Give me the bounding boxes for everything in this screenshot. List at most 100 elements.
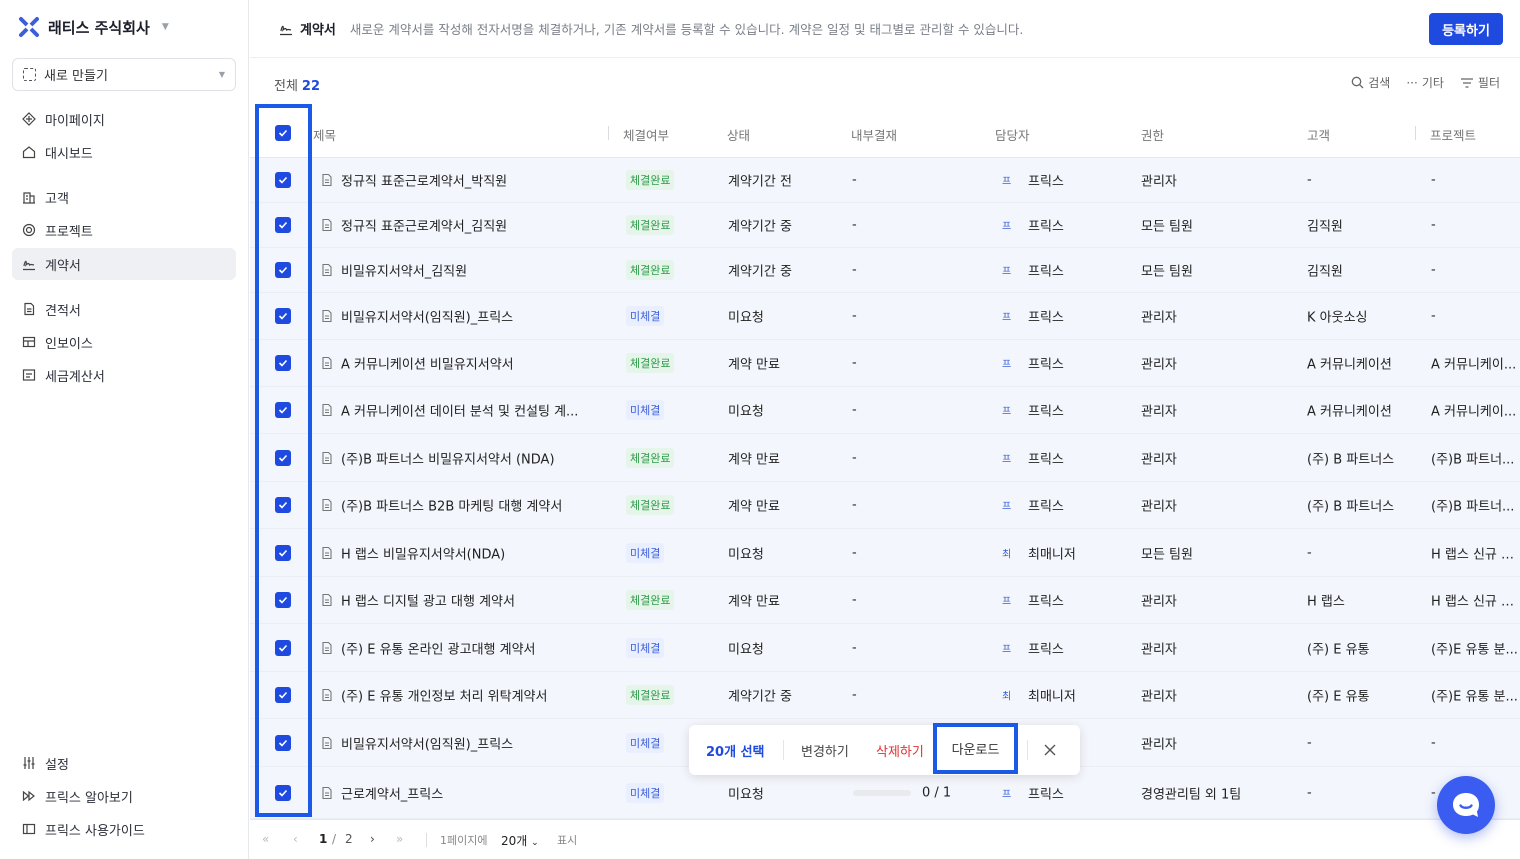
sidebar-item-dashboard[interactable]: 대시보드 — [12, 136, 236, 168]
download-label: 다운로드 — [951, 743, 1000, 758]
row-checkbox[interactable] — [275, 355, 291, 371]
row-checkbox[interactable] — [275, 172, 291, 188]
row-checkbox[interactable] — [275, 497, 291, 513]
column-header-project[interactable]: 프로젝트 — [1430, 125, 1476, 144]
approval-text: - — [852, 545, 857, 560]
contract-title[interactable]: A 커뮤니케이션 비밀유지서약서 — [341, 354, 514, 373]
column-header-client[interactable]: 고객 — [1307, 125, 1330, 144]
table-row[interactable]: (주)B 파트너스 비밀유지서약서 (NDA) 체결완료 계약 만료 - 프 프릭스 관리자… — [250, 434, 1520, 482]
table-row[interactable]: 비밀유지서약서(임직원)_프릭스 미체결 미요청 - 프 프릭스 관리자 K 아웃소싱 - — [250, 293, 1520, 340]
table-row[interactable]: 비밀유지서약서_김직원 체결완료 계약기간 중 - 프 프릭스 모든 팀원 김직원 - — [250, 248, 1520, 293]
contract-title[interactable]: 비밀유지서약서(임직원)_프릭스 — [341, 733, 513, 752]
document-icon — [322, 688, 332, 702]
prev-page-icon[interactable]: ‹ — [293, 832, 298, 846]
table-row[interactable]: H 랩스 비밀유지서약서(NDA) 미체결 미요청 - 최 최매니저 모든 팀원 - H 랩스 … — [250, 529, 1520, 577]
table-row[interactable]: (주)B 파트너스 B2B 마케팅 대행 계약서 체결완료 계약 만료 - 프 프릭스 관리… — [250, 482, 1520, 529]
owner-name: 프릭스 — [1028, 642, 1064, 657]
column-header-approval[interactable]: 내부결재 — [851, 125, 897, 144]
contract-title[interactable]: 근로계약서_프릭스 — [341, 783, 443, 802]
contract-title[interactable]: (주)B 파트너스 비밀유지서약서 (NDA) — [341, 448, 555, 467]
signature-icon — [23, 260, 35, 271]
sidebar-item-invoices[interactable]: 인보이스 — [12, 326, 236, 358]
row-checkbox[interactable] — [275, 308, 291, 324]
sidebar-item-settings[interactable]: 설정 — [12, 747, 236, 779]
row-checkbox[interactable] — [275, 592, 291, 608]
row-checkbox[interactable] — [275, 544, 291, 561]
sidebar-item-projects[interactable]: 프로젝트 — [12, 214, 236, 246]
last-page-icon[interactable]: » — [396, 832, 403, 846]
row-checkbox[interactable] — [275, 449, 291, 466]
new-button[interactable]: 새로 만들기 ▼ — [12, 58, 236, 91]
download-button[interactable]: 다운로드 — [933, 723, 1018, 774]
delete-button[interactable]: 삭제하기 — [876, 741, 924, 760]
table-row[interactable]: (주) E 유통 온라인 광고대행 계약서 미체결 미요청 - 프 프릭스 관리자 (주) E… — [250, 624, 1520, 672]
table-row[interactable]: A 커뮤니케이션 데이터 분석 및 컨설팅 계... 미체결 미요청 - 프 프릭스 관리자… — [250, 387, 1520, 434]
column-header-status[interactable]: 상태 — [727, 125, 750, 144]
row-checkbox[interactable] — [275, 639, 291, 656]
sidebar-item-mypage[interactable]: 마이페이지 — [12, 103, 236, 135]
approval-progress — [853, 789, 911, 796]
register-button[interactable]: 등록하기 — [1429, 13, 1503, 45]
sidebar-item-label: 마이페이지 — [45, 113, 105, 129]
contract-title[interactable]: A 커뮤니케이션 데이터 분석 및 컨설팅 계... — [341, 401, 578, 420]
owner-name: 프릭스 — [1028, 452, 1064, 467]
status-text: 계약기간 중 — [728, 264, 792, 280]
contract-title[interactable]: (주)B 파트너스 B2B 마케팅 대행 계약서 — [341, 496, 562, 515]
table-row[interactable]: 정규직 표준근로계약서_박직원 체결완료 계약기간 전 - 프 프릭스 관리자 - - — [250, 158, 1520, 203]
row-checkbox[interactable] — [275, 687, 291, 703]
row-checkbox[interactable] — [275, 734, 291, 751]
contract-title[interactable]: (주) E 유통 개인정보 처리 위탁계약서 — [341, 686, 547, 705]
sidebar-item-label: 프로젝트 — [45, 224, 93, 240]
invoice-icon — [22, 336, 36, 348]
sliders-icon — [23, 757, 35, 769]
per-page-value: 20개 — [501, 834, 528, 848]
column-divider[interactable] — [608, 126, 609, 140]
status-text: 미요청 — [728, 642, 764, 657]
table-row[interactable]: 정규직 표준근로계약서_김직원 체결완료 계약기간 중 - 프 프릭스 모든 팀원 김직원 - — [250, 203, 1520, 248]
sidebar-item-contracts[interactable]: 계약서 — [12, 248, 236, 280]
approval-text: - — [852, 172, 857, 188]
row-checkbox[interactable] — [275, 217, 291, 233]
table-row[interactable]: (주) E 유통 개인정보 처리 위탁계약서 체결완료 계약기간 중 - 최 최매니저 관리… — [250, 672, 1520, 719]
contract-title[interactable]: H 랩스 디지털 광고 대행 계약서 — [341, 591, 515, 610]
status-text: 계약 만료 — [728, 357, 780, 373]
project-text: - — [1431, 308, 1436, 324]
next-page-icon[interactable]: › — [370, 832, 375, 846]
row-checkbox[interactable] — [275, 784, 291, 801]
sidebar-item-clients[interactable]: 고객 — [12, 181, 236, 213]
workspace-switcher[interactable]: 래티스 주식회사 ▼ — [18, 16, 169, 38]
logo-icon — [19, 17, 39, 37]
select-all-checkbox[interactable] — [275, 124, 291, 141]
filter-button[interactable]: 필터 — [1460, 74, 1500, 91]
row-checkbox[interactable] — [275, 262, 291, 278]
sidebar-item-about[interactable]: 프릭스 알아보기 — [12, 780, 236, 812]
contract-title[interactable]: 정규직 표준근로계약서_김직원 — [341, 216, 507, 235]
more-button[interactable]: ··· 기타 — [1406, 74, 1444, 91]
search-button[interactable]: 검색 — [1351, 74, 1390, 91]
sidebar-item-tax-invoices[interactable]: 세금계산서 — [12, 359, 236, 391]
column-header-owner[interactable]: 담당자 — [995, 125, 1030, 144]
project-text: - — [1431, 735, 1436, 750]
column-header-permission[interactable]: 권한 — [1141, 125, 1164, 144]
contract-title[interactable]: (주) E 유통 온라인 광고대행 계약서 — [341, 638, 536, 657]
row-checkbox[interactable] — [275, 402, 291, 418]
column-header-signed[interactable]: 체결여부 — [623, 125, 669, 144]
sidebar-item-quotes[interactable]: 견적서 — [12, 293, 236, 325]
table-row[interactable]: A 커뮤니케이션 비밀유지서약서 체결완료 계약 만료 - 프 프릭스 관리자 A 커뮤니케이… — [250, 340, 1520, 387]
chat-button[interactable] — [1437, 776, 1495, 834]
column-divider[interactable] — [1415, 126, 1416, 140]
change-button[interactable]: 변경하기 — [801, 741, 849, 760]
contract-title[interactable]: 정규직 표준근로계약서_박직원 — [341, 171, 507, 190]
first-page-icon[interactable]: « — [262, 832, 269, 846]
target-icon — [22, 223, 36, 237]
column-header-title[interactable]: 제목 — [313, 125, 336, 144]
per-page-select[interactable]: 20개 ⌄ — [501, 832, 539, 849]
owner-avatar: 최 — [1002, 691, 1012, 703]
contract-title[interactable]: 비밀유지서약서(임직원)_프릭스 — [341, 307, 513, 326]
divider — [426, 833, 427, 847]
contract-title[interactable]: H 랩스 비밀유지서약서(NDA) — [341, 543, 505, 562]
contract-title[interactable]: 비밀유지서약서_김직원 — [341, 261, 467, 280]
table-row[interactable]: H 랩스 디지털 광고 대행 계약서 체결완료 계약 만료 - 프 프릭스 관리자 H 랩스 H… — [250, 577, 1520, 624]
sidebar-item-guide[interactable]: 프릭스 사용가이드 — [12, 813, 236, 845]
close-icon[interactable] — [1043, 743, 1057, 757]
